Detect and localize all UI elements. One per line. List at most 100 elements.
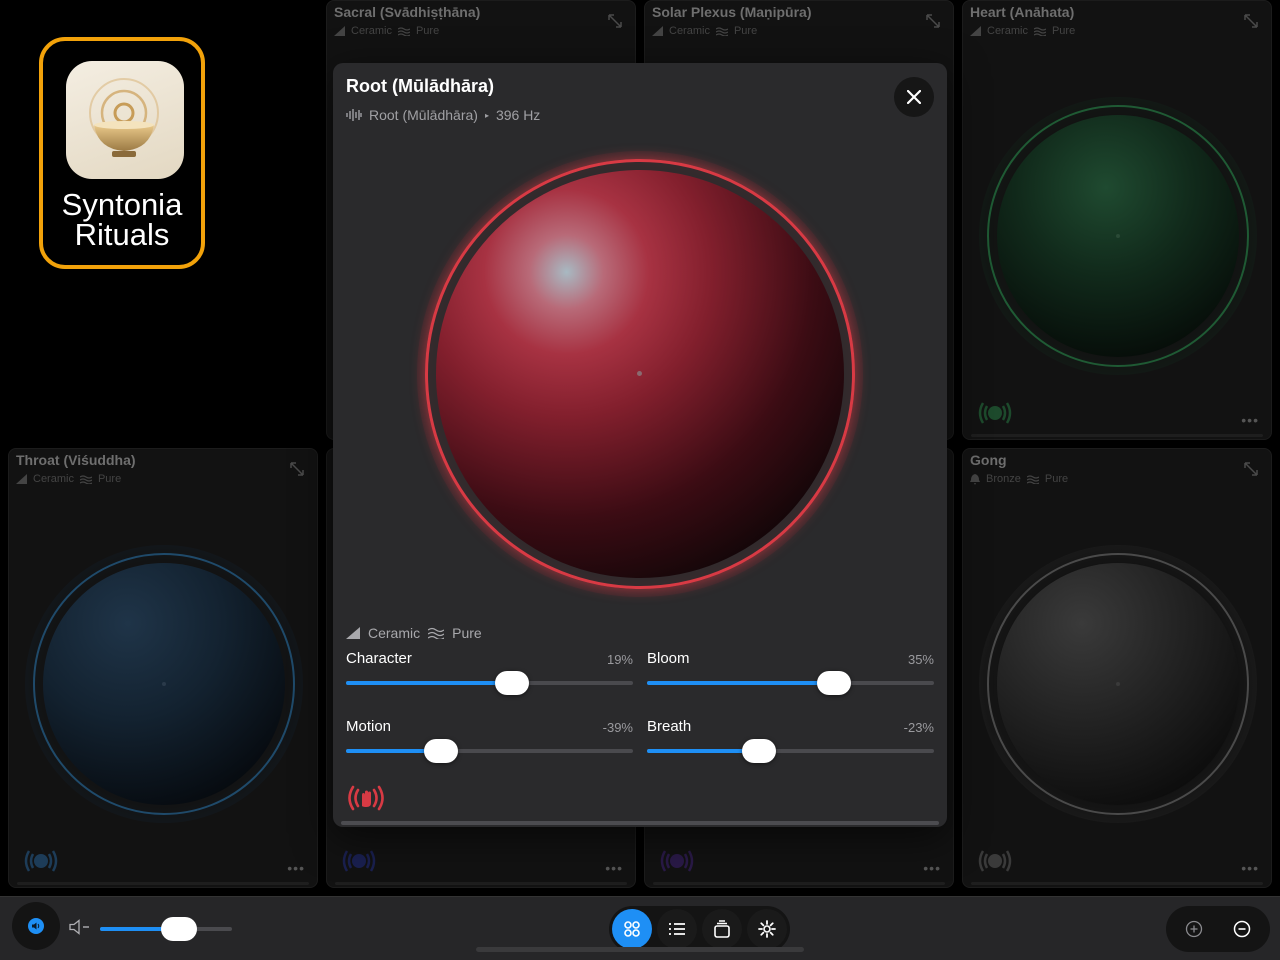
tile-meta: Ceramic Pure (334, 25, 439, 37)
tile-material: Ceramic (351, 25, 392, 37)
tile-meta: Ceramic Pure (970, 25, 1075, 37)
tile-tone: Pure (97, 473, 122, 485)
expand-icon[interactable] (925, 13, 941, 29)
ramp-icon (970, 26, 981, 36)
close-button[interactable] (894, 77, 934, 117)
app-name-line1: Syntonia (61, 187, 183, 222)
hand-touch-icon[interactable] (21, 847, 61, 875)
list-icon (669, 923, 685, 935)
home-indicator (476, 947, 804, 952)
volume-slider[interactable] (100, 917, 232, 941)
more-options-icon[interactable]: ••• (287, 861, 305, 875)
waveform-icon (346, 109, 362, 121)
slider-track[interactable] (346, 671, 633, 695)
gear-icon (758, 920, 776, 938)
slider-thumb[interactable] (423, 739, 458, 763)
hand-touch-icon[interactable] (975, 399, 1015, 427)
zoom-out-button[interactable] (1223, 910, 1261, 948)
tile-material: Ceramic (33, 473, 74, 485)
slider-value: 19% (606, 652, 633, 667)
expand-icon[interactable] (1243, 461, 1259, 477)
slider-fill (346, 681, 513, 685)
modal-tone: Pure (452, 625, 482, 641)
modal-subtitle: Root (Mūlādhāra) ▸ 396 Hz (346, 107, 540, 123)
expand-icon[interactable] (607, 13, 623, 29)
tile-meta: Ceramic Pure (16, 473, 121, 485)
throat-orb[interactable] (25, 545, 303, 823)
more-options-icon[interactable]: ••• (1241, 413, 1259, 427)
grid-view-button[interactable] (612, 909, 652, 949)
tile-title: Heart (Anāhata) (970, 4, 1075, 20)
zoom-in-button[interactable] (1175, 910, 1213, 948)
gong-orb[interactable] (979, 545, 1257, 823)
root-chakra-modal: Root (Mūlādhāra) Root (Mūlādhāra) ▸ 396 … (333, 63, 947, 827)
more-options-icon[interactable]: ••• (605, 861, 623, 875)
tile-heart[interactable]: Heart (Anāhata) Ceramic Pure ••• (962, 0, 1272, 440)
stack-view-button[interactable] (702, 909, 742, 949)
tile-title: Solar Plexus (Maṇipūra) (652, 4, 812, 20)
ramp-icon (16, 474, 27, 484)
bell-icon (970, 473, 980, 485)
app-logo: Syntonia Rituals (39, 37, 205, 269)
ramp-icon (334, 26, 345, 36)
modal-title: Root (Mūlādhāra) (346, 76, 494, 96)
list-view-button[interactable] (657, 909, 697, 949)
ramp-icon (652, 26, 663, 36)
zoom-controls (1166, 906, 1270, 952)
tile-tone: Pure (1051, 25, 1076, 37)
speaker-button[interactable] (12, 902, 60, 950)
zoom-in-icon (1185, 920, 1203, 938)
tile-meta: Ceramic Pure (652, 25, 757, 37)
motion-slider[interactable]: Motion -39% (346, 718, 633, 763)
slider-track[interactable] (647, 671, 934, 695)
expand-icon[interactable] (1243, 13, 1259, 29)
tile-title: Gong (970, 452, 1007, 468)
slider-track[interactable] (346, 739, 633, 763)
volume-thumb[interactable] (161, 917, 198, 941)
more-options-icon[interactable]: ••• (1241, 861, 1259, 875)
hand-touch-icon[interactable] (657, 847, 697, 875)
slider-thumb[interactable] (816, 671, 851, 695)
wave-icon (397, 26, 410, 36)
wave-icon (428, 627, 445, 639)
root-orb[interactable] (417, 151, 863, 597)
settings-button[interactable] (747, 909, 787, 949)
tile-gong[interactable]: Gong Bronze Pure ••• (962, 448, 1272, 888)
wave-icon (715, 26, 728, 36)
tile-material: Bronze (986, 473, 1021, 485)
breath-slider[interactable]: Breath -23% (647, 718, 934, 763)
app-name: Syntonia Rituals (43, 187, 201, 252)
grid-icon (624, 921, 640, 937)
hand-touch-icon[interactable] (345, 783, 387, 813)
tile-meta: Bronze Pure (970, 473, 1068, 485)
modal-subtitle-frequency: 396 Hz (495, 107, 541, 123)
tile-title: Throat (Viśuddha) (16, 452, 136, 468)
tile-progress-bar (653, 882, 945, 885)
zoom-out-icon (1233, 920, 1251, 938)
slider-label: Breath (647, 718, 692, 735)
heart-orb[interactable] (979, 97, 1257, 375)
expand-icon[interactable] (289, 461, 305, 477)
slider-track[interactable] (647, 739, 934, 763)
slider-label: Bloom (647, 650, 690, 667)
hand-touch-icon[interactable] (975, 847, 1015, 875)
tile-progress-bar (971, 434, 1263, 437)
more-options-icon[interactable]: ••• (923, 861, 941, 875)
tile-throat[interactable]: Throat (Viśuddha) Ceramic Pure ••• (8, 448, 318, 888)
tile-tone: Pure (1044, 473, 1069, 485)
slider-thumb[interactable] (741, 739, 776, 763)
bloom-slider[interactable]: Bloom 35% (647, 650, 934, 695)
wave-icon (79, 474, 92, 484)
app-name-line2: Rituals (74, 217, 170, 252)
modal-tags: Ceramic Pure (346, 625, 482, 641)
stack-icon (714, 920, 730, 938)
slider-value: -39% (602, 720, 633, 735)
tile-tone: Pure (415, 25, 440, 37)
slider-label: Character (346, 650, 412, 667)
hand-touch-icon[interactable] (339, 847, 379, 875)
volume-low-icon (69, 919, 89, 935)
slider-label: Motion (346, 718, 392, 735)
slider-thumb[interactable] (495, 671, 530, 695)
tile-tone: Pure (733, 25, 758, 37)
character-slider[interactable]: Character 19% (346, 650, 633, 695)
